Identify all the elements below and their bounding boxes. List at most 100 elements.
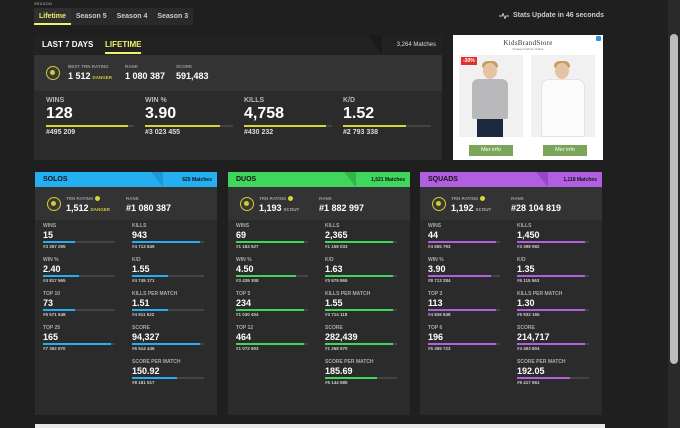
ad-product-image[interactable]	[531, 55, 595, 137]
tab-last-7-days[interactable]: LAST 7 DAYS	[42, 40, 93, 49]
mode-stat: TOP 6 196 #5 369 723	[428, 325, 500, 351]
stat-value: 943	[132, 230, 148, 240]
stat-bar-fill	[517, 377, 570, 379]
stat-value: 1,450	[517, 230, 540, 240]
stat-bar-fill	[325, 377, 377, 379]
stat-bar	[428, 343, 500, 345]
stat-value: 196	[428, 332, 444, 342]
season-tab-season-4[interactable]: Season 4	[112, 8, 153, 25]
overview-stat: WINS 128 #495 209	[46, 97, 134, 136]
advertisement[interactable]: KidsBrandStore Vintage Fashion Online -3…	[453, 35, 603, 160]
mode-stat: TOP 5 234 #1 030 404	[236, 291, 308, 317]
stat-bar	[343, 125, 431, 127]
stat-value: 1.51	[132, 298, 150, 308]
mode-name: SOLOS	[43, 176, 68, 183]
stat-rank: #1 030 404	[236, 312, 259, 317]
tab-lifetime[interactable]: LIFETIME	[105, 40, 142, 54]
stat-bar-fill	[428, 241, 497, 243]
stat-label: WIN %	[428, 257, 444, 263]
overview-stat: WIN % 3.90 #3 023 455	[145, 97, 233, 136]
stat-bar	[43, 309, 115, 311]
season-tab-season-3[interactable]: Season 3	[152, 8, 193, 25]
mode-rating-row: TRN RATING 1,193 SCOUT RANK #1 882 997	[228, 187, 410, 220]
stat-bar-fill	[132, 377, 177, 379]
rating-tag: DANGER	[90, 207, 111, 212]
mode-stat: WINS 44 #4 655 793	[428, 223, 500, 249]
stat-value: 1.55	[132, 264, 150, 274]
season-tab-season-5[interactable]: Season 5	[71, 8, 112, 25]
stat-label: WINS	[43, 223, 57, 229]
stat-bar-fill	[132, 275, 168, 277]
stat-value: 165	[43, 332, 59, 342]
stat-rank: #4 713 849	[132, 244, 155, 249]
mode-stat: KILLS PER MATCH 1.51 #4 911 622	[132, 291, 204, 317]
stat-bar-fill	[517, 275, 586, 277]
stat-rank: #430 232	[244, 129, 274, 136]
stat-bar-fill	[244, 125, 326, 127]
stat-rank: #5 369 723	[428, 346, 451, 351]
scrollbar[interactable]	[668, 0, 680, 428]
stat-bar-fill	[132, 343, 201, 345]
stat-value: 128	[46, 105, 73, 122]
rating-badge-icon	[432, 197, 446, 211]
stat-value: 1.35	[517, 264, 535, 274]
stat-value: 185.69	[325, 366, 353, 376]
header-accent	[344, 172, 356, 187]
stat-label: TOP 25	[43, 325, 61, 331]
header-accent	[151, 172, 163, 187]
stat-value: 15	[43, 230, 54, 240]
info-icon[interactable]	[288, 196, 294, 202]
stat-rank: #6 144 585	[325, 380, 348, 385]
stat-label: TOP 10	[43, 291, 61, 297]
mode-name: DUOS	[236, 176, 257, 183]
ad-more-info-button[interactable]: Mer info	[469, 145, 513, 156]
hoodie-white	[541, 79, 585, 137]
stat-bar	[132, 275, 204, 277]
stat-value: 1.63	[325, 264, 343, 274]
stat-label: K/D	[343, 97, 356, 104]
stat-bar-fill	[325, 309, 394, 311]
mode-stat: TOP 3 113 #4 836 848	[428, 291, 500, 317]
trn-rating-label: TRN RATING	[451, 196, 486, 202]
scroll-thumb[interactable]	[670, 34, 678, 364]
hoodie-grey	[472, 79, 508, 119]
stat-bar-fill	[132, 241, 201, 243]
stat-label: SCORE PER MATCH	[325, 359, 374, 365]
stat-rank: #6 115 563	[517, 278, 540, 283]
stat-bar-fill	[428, 309, 497, 311]
stat-rank: #5 932 165	[517, 312, 540, 317]
stat-label: SCORE	[517, 325, 535, 331]
stat-bar-fill	[325, 241, 394, 243]
stat-label: TOP 3	[428, 291, 443, 297]
stat-value: 282,439	[325, 332, 358, 342]
info-icon[interactable]	[480, 196, 486, 202]
stat-bar	[517, 309, 589, 311]
score-value: 591,483	[176, 71, 209, 81]
squads-panel: SQUADS 1,118 Matches TRN RATING 1,192 SCOUT R…	[420, 172, 602, 415]
rank-value: #1 080 387	[126, 203, 172, 213]
rank-value: #1 882 997	[319, 203, 365, 213]
stat-bar	[43, 275, 115, 277]
stat-label: K/D	[517, 257, 526, 263]
stat-bar	[145, 125, 233, 127]
stat-rank: #3 714 118	[325, 312, 348, 317]
season-tab-lifetime[interactable]: Lifetime	[34, 8, 71, 25]
stat-label: TOP 5	[236, 291, 251, 297]
stat-bar	[517, 275, 589, 277]
stat-bar-fill	[145, 125, 220, 127]
ad-product-image[interactable]: -30%	[459, 55, 523, 137]
stat-bar	[325, 275, 397, 277]
stat-rank: #1 072 903	[236, 346, 259, 351]
overview-rating-row: BEST TRN RATING 1 512 DANGER RANK 1 080 3…	[34, 55, 442, 91]
trn-rating-value: 1,193 SCOUT	[259, 203, 300, 213]
stat-value: 4.50	[236, 264, 254, 274]
rating-tag: SCOUT	[475, 207, 492, 212]
stat-label: KILLS	[517, 223, 532, 229]
mode-stat: WINS 15 #3 357 295	[43, 223, 115, 249]
rating-badge-icon	[46, 66, 60, 80]
ad-more-info-button[interactable]: Mer info	[543, 145, 587, 156]
info-icon[interactable]	[95, 196, 101, 202]
mode-stat: KILLS 943 #4 713 849	[132, 223, 204, 249]
stat-rank: #4 745 171	[132, 278, 155, 283]
mode-stat: SCORE 94,327 #6 514 446	[132, 325, 204, 351]
